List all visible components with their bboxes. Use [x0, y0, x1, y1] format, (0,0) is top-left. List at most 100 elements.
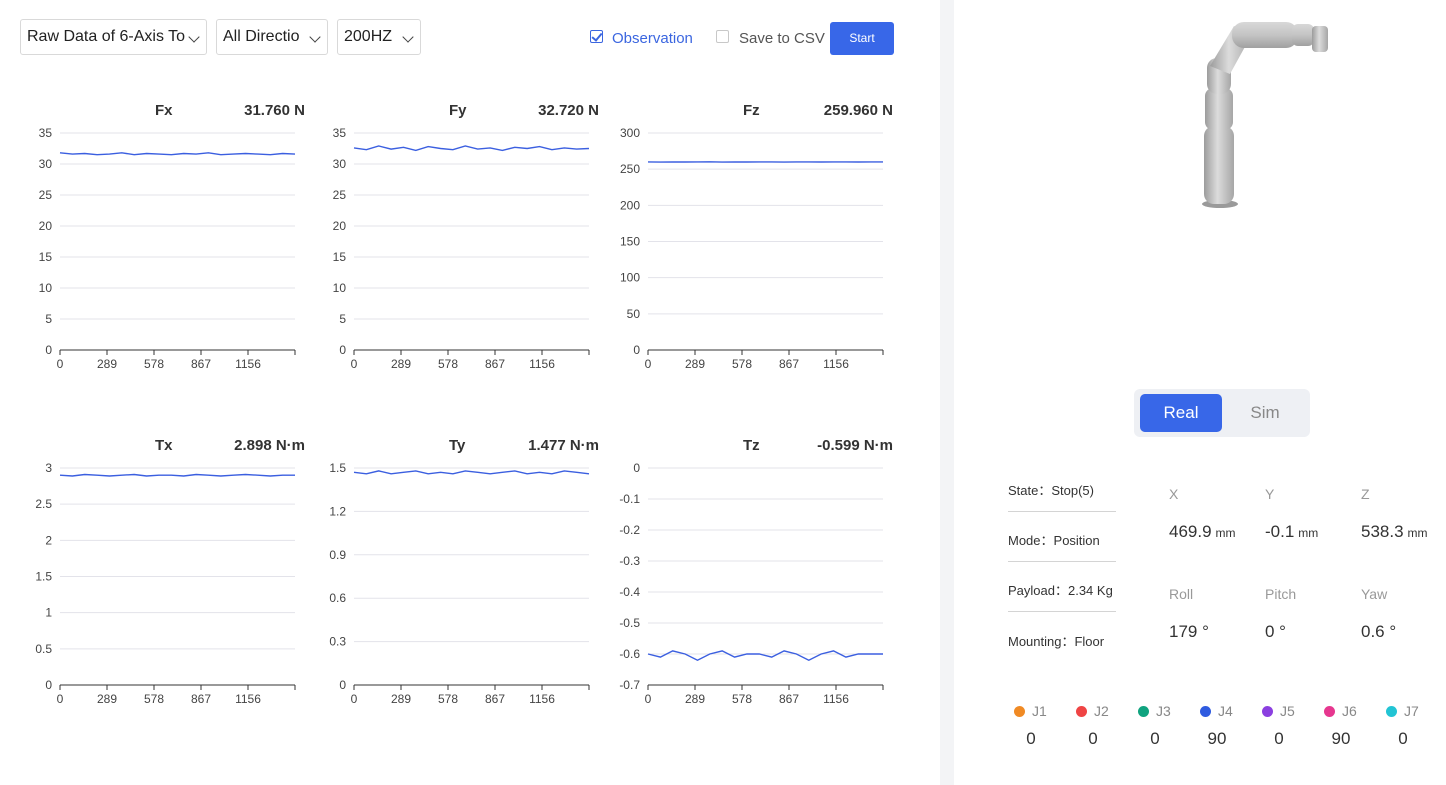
y-tick-label: 5 [339, 312, 346, 326]
x-tick-label: 578 [144, 692, 164, 706]
x-tick-label: 578 [144, 357, 164, 371]
joint-name: J7 [1404, 703, 1419, 719]
joint-j4-value: 90 [1207, 729, 1227, 748]
y-tick-label: 30 [333, 157, 347, 171]
series-line [353, 470, 590, 475]
rate-select[interactable]: 200HZ [337, 19, 421, 55]
y-label: Y [1265, 486, 1275, 502]
chevron-down-icon [309, 31, 321, 43]
y-tick-label: 25 [333, 188, 347, 202]
joint-color-dot-icon [1200, 706, 1211, 717]
x-value: 469.9 mm [1169, 522, 1236, 542]
z-value-number: 538.3 [1361, 522, 1404, 541]
joint-j5-value: 0 [1274, 729, 1284, 748]
y-tick-label: 1 [45, 606, 52, 620]
x-value-number: 469.9 [1169, 522, 1212, 541]
observation-checkbox[interactable] [590, 30, 603, 43]
y-tick-label: 150 [620, 235, 640, 249]
save-csv-checkbox[interactable] [716, 30, 729, 43]
joint-j4-label: J4 [1200, 703, 1250, 719]
data-type-select[interactable]: Raw Data of 6-Axis To [20, 19, 207, 55]
observation-label[interactable]: Observation [612, 30, 693, 48]
yaw-label: Yaw [1361, 586, 1388, 602]
start-button[interactable]: Start [830, 22, 894, 55]
joint-j1-label: J1 [1014, 703, 1064, 719]
real-mode-button[interactable]: Real [1140, 394, 1222, 432]
chart-tz: Tz -0.599 N·m 0 -0.1 -0.2 -0.3 -0.4 -0.5 -0.6 -0.… [608, 431, 908, 731]
y-unit: mm [1298, 526, 1319, 540]
joint-name: J4 [1218, 703, 1233, 719]
chart-svg: 0 -0.1 -0.2 -0.3 -0.4 -0.5 -0.6 -0.7 0 289 578 867 1… [619, 461, 884, 706]
payload-label: Payload：2.34 Kg [1008, 583, 1113, 598]
joint-color-dot-icon [1076, 706, 1087, 717]
x-tick-label: 578 [438, 692, 458, 706]
x-tick-label: 578 [732, 692, 752, 706]
x-tick-label: 0 [351, 357, 358, 371]
series-line [353, 145, 590, 152]
joint-color-dot-icon [1014, 706, 1025, 717]
joint-j3-value: 0 [1150, 729, 1160, 748]
direction-select[interactable]: All Directio [216, 19, 328, 55]
joint-j5-label: J5 [1262, 703, 1312, 719]
data-type-select-value: Raw Data of 6-Axis To [27, 28, 185, 45]
x-tick-label: 289 [685, 692, 705, 706]
x-tick-label: 1156 [823, 357, 849, 371]
robot-arm-model[interactable] [1194, 18, 1364, 218]
y-tick-label: 10 [333, 281, 347, 295]
y-tick-label: 20 [39, 219, 53, 233]
x-tick-label: 867 [191, 692, 211, 706]
y-tick-label: 25 [39, 188, 53, 202]
y-tick-label: 0 [45, 343, 52, 357]
y-tick-label: -0.5 [619, 616, 640, 630]
x-tick-label: 289 [97, 692, 117, 706]
robot-panel: Real Sim State：Stop(5) Mode：Position Pay… [954, 0, 1446, 785]
chevron-down-icon [402, 31, 414, 43]
x-tick-label: 1156 [823, 692, 849, 706]
x-tick-label: 867 [779, 357, 799, 371]
x-tick-label: 578 [438, 357, 458, 371]
joint-j6-label: J6 [1324, 703, 1374, 719]
x-tick-label: 289 [391, 357, 411, 371]
chart-fx: Fx 31.760 N 35 30 25 20 15 10 5 0 0 289 578 867 1156 [20, 96, 320, 396]
divider [1008, 611, 1116, 612]
joint-j1-value: 0 [1026, 729, 1036, 748]
chart-svg: 35 30 25 20 15 10 5 00 289 578 867 1156 [333, 126, 590, 371]
y-tick-label: 1.2 [329, 504, 346, 518]
joint-j7-value: 0 [1398, 729, 1408, 748]
chart-svg: 1.5 1.2 0.9 0.6 0.3 00 289 578 867 1156 [329, 461, 590, 706]
x-tick-label: 578 [732, 357, 752, 371]
x-tick-label: 289 [97, 357, 117, 371]
pitch-label: Pitch [1265, 586, 1297, 602]
y-tick-label: 0.6 [329, 591, 346, 605]
y-tick-label: 0 [633, 343, 640, 357]
y-tick-label: 1.5 [329, 461, 346, 475]
y-tick-label: 35 [333, 126, 347, 140]
mode-label: Mode：Position [1008, 533, 1100, 548]
save-csv-label[interactable]: Save to CSV [739, 30, 825, 48]
y-tick-label: -0.2 [619, 523, 640, 537]
joint-name: J1 [1032, 703, 1047, 719]
y-tick-label: 250 [620, 162, 640, 176]
y-tick-label: -0.6 [619, 647, 640, 661]
x-tick-label: 867 [485, 692, 505, 706]
roll-value: 179 ° [1169, 622, 1209, 641]
divider [1008, 561, 1116, 562]
joint-j2-label: J2 [1076, 703, 1126, 719]
series-line [59, 152, 296, 156]
sim-mode-button[interactable]: Sim [1228, 394, 1302, 432]
y-tick-label: 2 [45, 533, 52, 547]
joint-name: J5 [1280, 703, 1295, 719]
y-tick-label: -0.3 [619, 554, 640, 568]
chart-ty: Ty 1.477 N·m 1.5 1.2 0.9 0.6 0.3 0 0 289 578 867 115… [314, 431, 614, 731]
y-tick-label: 0 [339, 678, 346, 692]
y-tick-label: 0 [45, 678, 52, 692]
x-tick-label: 1156 [529, 692, 555, 706]
x-tick-label: 0 [645, 357, 652, 371]
y-tick-label: 3 [45, 461, 52, 475]
chart-fz: Fz 259.960 N 300 250 200 150 100 50 0 0 289 578 867 1… [608, 96, 908, 396]
y-tick-label: 0.5 [35, 642, 52, 656]
x-tick-label: 0 [57, 692, 64, 706]
series-line [59, 473, 295, 477]
y-tick-label: 1.5 [35, 570, 52, 584]
x-unit: mm [1215, 526, 1236, 540]
